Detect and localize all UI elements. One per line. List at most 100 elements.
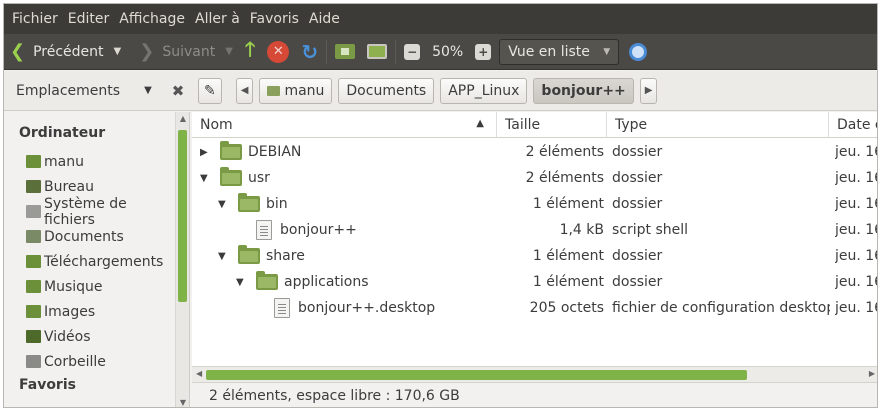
folder-icon	[238, 193, 260, 212]
forward-history-dropdown-icon[interactable]: ▼	[225, 46, 233, 57]
places-selector-label: Emplacements	[16, 82, 121, 99]
up-button[interactable]: 🡑	[244, 36, 256, 66]
sidebar-item-label: Documents	[44, 228, 124, 245]
back-label: Précédent	[33, 43, 104, 60]
home-button[interactable]	[335, 38, 356, 66]
table-row[interactable]: bonjour++.desktop 205 octets fichier de co…	[192, 295, 877, 321]
breadcrumb-item-documents[interactable]: Documents	[338, 77, 435, 104]
search-button[interactable]	[629, 38, 648, 66]
menu-editer[interactable]: Editer	[68, 11, 109, 27]
chevron-down-icon[interactable]: ▼	[144, 85, 152, 96]
stop-button[interactable]: ✕	[267, 38, 290, 66]
breadcrumb-item-app-linux[interactable]: APP_Linux	[440, 77, 528, 104]
sidebar-item-documents[interactable]: Documents	[4, 224, 176, 249]
toolbar: ❮ Précédent ▼ ❯ Suivant ▼ 🡑 ✕ ↻ − 50% + …	[4, 34, 877, 70]
menu-favoris[interactable]: Favoris	[250, 11, 299, 27]
horizontal-scrollbar[interactable]: ◀ ▶	[192, 366, 877, 382]
sidebar-scrollbar[interactable]: ▲ ▼	[175, 112, 189, 407]
computer-button[interactable]	[367, 38, 388, 66]
cell-type: script shell	[612, 222, 689, 238]
breadcrumb-scroll-right[interactable]: ▶	[639, 77, 658, 104]
breadcrumb-item-bonjour[interactable]: bonjour++	[533, 77, 634, 104]
sidebar-item-syst-me-de-fichiers[interactable]: Système de fichiers	[4, 196, 176, 228]
sidebar-item-label: Bureau	[44, 178, 94, 195]
table-row[interactable]: ▼ usr 2 éléments dossier jeu. 16	[192, 165, 877, 191]
download-folder-icon	[26, 255, 41, 268]
sort-ascending-icon: ▲	[476, 118, 484, 129]
scroll-left-icon[interactable]: ◀	[196, 369, 202, 378]
search-icon	[629, 42, 648, 61]
back-button[interactable]: ❮ Précédent ▼	[10, 38, 121, 66]
file-name: applications	[284, 274, 369, 290]
table-row[interactable]: ▼ applications 1 élément dossier jeu. 16	[192, 269, 877, 295]
sidebar-scroll-thumb[interactable]	[178, 130, 187, 302]
cell-type: dossier	[612, 170, 663, 186]
menu-aller-a[interactable]: Aller à	[195, 11, 240, 27]
breadcrumb-scroll-left[interactable]: ◀	[235, 77, 254, 104]
view-mode-combobox[interactable]: Vue en liste ▼	[499, 38, 620, 65]
sidebar-item-corbeille[interactable]: Corbeille	[4, 349, 176, 374]
cell-date: jeu. 16	[835, 170, 877, 186]
cell-date: jeu. 16	[835, 196, 877, 212]
breadcrumb-item-manu[interactable]: manu	[259, 77, 333, 104]
expander-open-icon[interactable]: ▼	[218, 251, 230, 262]
menu-aide[interactable]: Aide	[309, 11, 340, 27]
file-manager-window: Fichier Editer Affichage Aller à Favoris…	[3, 3, 878, 408]
zoom-out-button[interactable]: −	[404, 38, 421, 66]
view-mode-select[interactable]: Vue en liste ▼	[499, 38, 620, 66]
sidebar-content: Ordinateur manu Bureau Système de fichiers…	[4, 112, 176, 407]
file-name: usr	[248, 170, 270, 186]
close-sidebar-icon[interactable]: ✖	[172, 82, 185, 100]
expander-open-icon[interactable]: ▼	[236, 277, 248, 288]
cell-size: 2 éléments	[525, 170, 604, 186]
sidebar-item-t-l-chargements[interactable]: Téléchargements	[4, 249, 176, 274]
sidebar-item-manu[interactable]: manu	[4, 149, 176, 174]
file-name: bin	[266, 196, 288, 212]
forward-button[interactable]: ❯ Suivant ▼	[139, 38, 233, 66]
menu-affichage[interactable]: Affichage	[119, 11, 185, 27]
file-name: DEBIAN	[248, 144, 302, 160]
table-row[interactable]: bonjour++ 1,4 kB script shell jeu. 16	[192, 217, 877, 243]
zoom-in-icon: +	[475, 43, 492, 60]
sidebar-item-vid-os[interactable]: Vidéos	[4, 324, 176, 349]
places-selector[interactable]: Emplacements ▼ ✖	[4, 82, 188, 100]
table-row[interactable]: ▼ bin 1 élément dossier jeu. 16	[192, 191, 877, 217]
column-header-size[interactable]: Taille	[497, 112, 607, 138]
zoom-in-button[interactable]: +	[475, 38, 492, 66]
expander-open-icon[interactable]: ▼	[218, 199, 230, 210]
edit-location-button[interactable]: ✎	[198, 77, 222, 104]
back-history-dropdown-icon[interactable]: ▼	[114, 46, 122, 57]
table-row[interactable]: ▶ DEBIAN 2 éléments dossier jeu. 16	[192, 139, 877, 165]
cell-name: ▼ applications	[236, 269, 497, 295]
expander-closed-icon[interactable]: ▶	[200, 147, 212, 158]
scroll-right-icon[interactable]: ▶	[869, 369, 875, 378]
table-row[interactable]: ▼ share 1 élément dossier jeu. 16	[192, 243, 877, 269]
folder-icon	[220, 141, 242, 160]
horizontal-scroll-thumb[interactable]	[206, 370, 747, 380]
column-header-type[interactable]: Type	[607, 112, 829, 138]
scroll-down-icon[interactable]: ▼	[176, 398, 189, 407]
breadcrumb-label: APP_Linux	[448, 82, 520, 99]
folder-icon	[220, 167, 242, 186]
column-header-name[interactable]: Nom ▲	[192, 112, 497, 138]
up-arrow-icon: 🡑	[244, 36, 256, 61]
chevron-right-icon: ▶	[644, 85, 653, 96]
menubar: Fichier Editer Affichage Aller à Favoris…	[4, 4, 877, 34]
location-bar: Emplacements ▼ ✖ ✎ ◀ manu Documents APP_…	[4, 71, 877, 111]
menu-fichier[interactable]: Fichier	[12, 11, 58, 27]
chevron-left-icon: ❮	[10, 41, 26, 62]
column-header-date[interactable]: Date c	[829, 112, 877, 138]
column-header-date-label: Date c	[837, 116, 877, 133]
sidebar-item-musique[interactable]: Musique	[4, 274, 176, 299]
cell-name: ▶ DEBIAN	[200, 139, 497, 165]
scroll-up-icon[interactable]: ▲	[176, 114, 189, 123]
sidebar-item-label: Vidéos	[44, 328, 91, 345]
reload-button[interactable]: ↻	[301, 38, 318, 66]
sidebar-item-images[interactable]: Images	[4, 299, 176, 324]
expander-open-icon[interactable]: ▼	[200, 173, 212, 184]
status-bar: 2 éléments, espace libre : 170,6 GB	[192, 382, 877, 407]
sidebar-item-label: Images	[44, 303, 96, 320]
cell-date: jeu. 16	[835, 248, 877, 264]
chevron-right-icon: ❯	[139, 41, 155, 62]
cell-type: dossier	[612, 144, 663, 160]
